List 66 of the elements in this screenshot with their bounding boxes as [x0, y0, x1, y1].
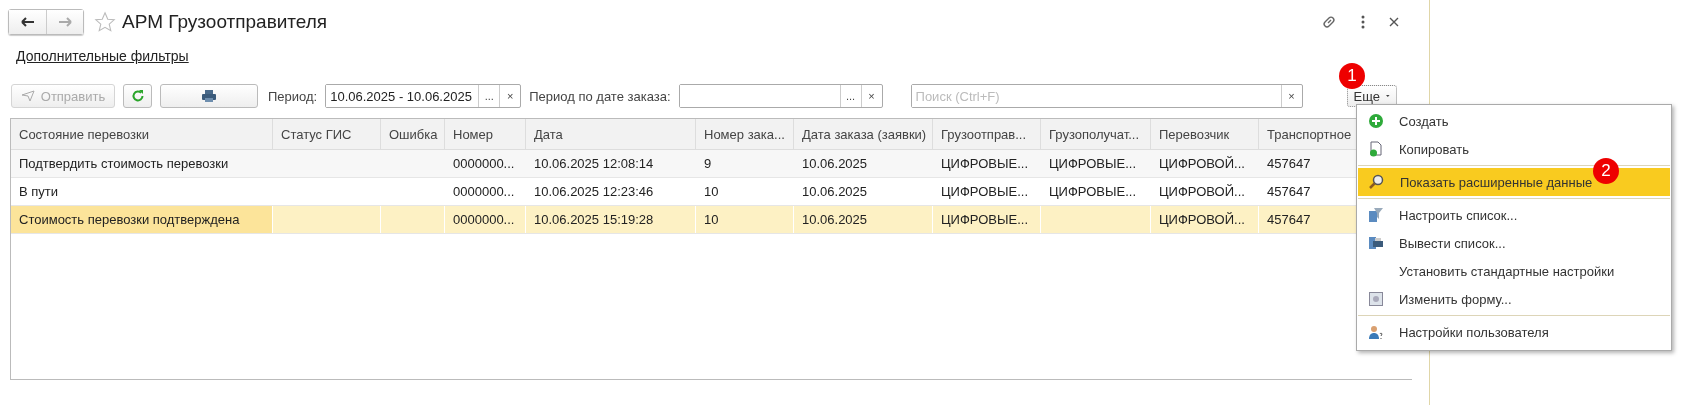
close-icon[interactable] [1389, 17, 1399, 27]
print-button[interactable] [160, 84, 258, 108]
table-cell: 10.06.2025 12:23:46 [534, 184, 654, 199]
table-cell[interactable]: В пути [11, 178, 273, 205]
table-cell: ЦИФРОВЫЕ... [1049, 184, 1137, 199]
table-cell: 10.06.2025 15:19:28 [534, 212, 654, 227]
table-cell: ЦИФРОВЫЕ... [1049, 156, 1137, 171]
plus-icon [1369, 114, 1383, 128]
form-icon [1369, 292, 1383, 306]
refresh-button[interactable] [123, 84, 152, 108]
menu-item[interactable]: Вывести список... [1357, 229, 1671, 257]
user-icon [1368, 324, 1384, 340]
choose-button[interactable]: ... [839, 85, 861, 107]
printer-icon [1368, 235, 1384, 251]
table-cell[interactable]: Стоимость перевозки подтверждена [11, 206, 273, 233]
clear-button[interactable]: × [499, 85, 521, 107]
table-cell: 10.06.2025 [802, 184, 868, 199]
table-cell: ЦИФРОВЫЕ... [941, 212, 1029, 227]
link-icon[interactable] [1321, 14, 1337, 30]
more-icon[interactable] [1361, 15, 1365, 29]
table-cell: 9 [704, 156, 712, 171]
table-cell: 457647 [1267, 184, 1311, 199]
table-cell: 10.06.2025 [802, 156, 868, 171]
list-filter-icon [1368, 207, 1384, 223]
order-period-field[interactable]: ... × [678, 84, 883, 108]
table-cell: 0000000... [453, 184, 515, 199]
search-field[interactable]: Поиск (Ctrl+F) × [910, 84, 1303, 108]
order-period-label: Период по дате заказа: [529, 88, 671, 104]
table-cell: 10 [704, 184, 719, 199]
table-cell: ЦИФРОВОЙ... [1159, 156, 1245, 171]
back-button[interactable] [9, 10, 46, 34]
window-title: АРМ Грузоотправителя [122, 11, 328, 33]
period-label: Период: [268, 88, 318, 104]
paper-plane-icon [20, 90, 35, 102]
menu-item[interactable]: Установить стандартные настройки [1357, 257, 1671, 285]
magnifier-icon [1369, 174, 1385, 190]
table-cell: 0000000... [453, 156, 515, 171]
menu-item[interactable]: Настройки пользователя [1357, 318, 1671, 346]
table-cell: 457647 [1267, 212, 1311, 227]
table-cell: 10 [704, 212, 719, 227]
clear-button[interactable]: × [1280, 85, 1302, 107]
clear-button[interactable]: × [860, 85, 882, 107]
table-cell: 0000000... [453, 212, 515, 227]
table-cell: ЦИФРОВЫЕ... [941, 156, 1029, 171]
printer-icon [201, 89, 217, 103]
table-cell: 10.06.2025 12:08:14 [534, 156, 654, 171]
back-arrow-icon [20, 17, 35, 27]
table-cell[interactable]: Подтвердить стоимость перевозки [11, 150, 273, 177]
filters-link[interactable]: Дополнительные фильтры [16, 48, 189, 64]
table-cell: ЦИФРОВЫЕ... [941, 184, 1029, 199]
star-icon[interactable] [94, 11, 116, 33]
menu-item[interactable]: Настроить список... [1357, 201, 1671, 229]
table-cell: ЦИФРОВОЙ... [1159, 184, 1245, 199]
menu-item[interactable]: Создать [1357, 107, 1671, 135]
table-cell: ЦИФРОВОЙ... [1159, 212, 1245, 227]
caret-icon [1386, 94, 1390, 98]
choose-button[interactable]: ... [478, 85, 500, 107]
document-icon [1369, 141, 1383, 157]
menu-item[interactable]: Изменить форму... [1357, 285, 1671, 313]
period-field[interactable]: 10.06.2025 - 10.06.2025 ... × [325, 84, 522, 108]
column-header[interactable]: Дата [534, 126, 563, 142]
refresh-icon [130, 89, 145, 103]
forward-arrow-icon [58, 17, 72, 27]
table-cell: 10.06.2025 [802, 212, 868, 227]
step-badge: 1 [1339, 63, 1365, 89]
table-cell: 457647 [1267, 156, 1311, 171]
